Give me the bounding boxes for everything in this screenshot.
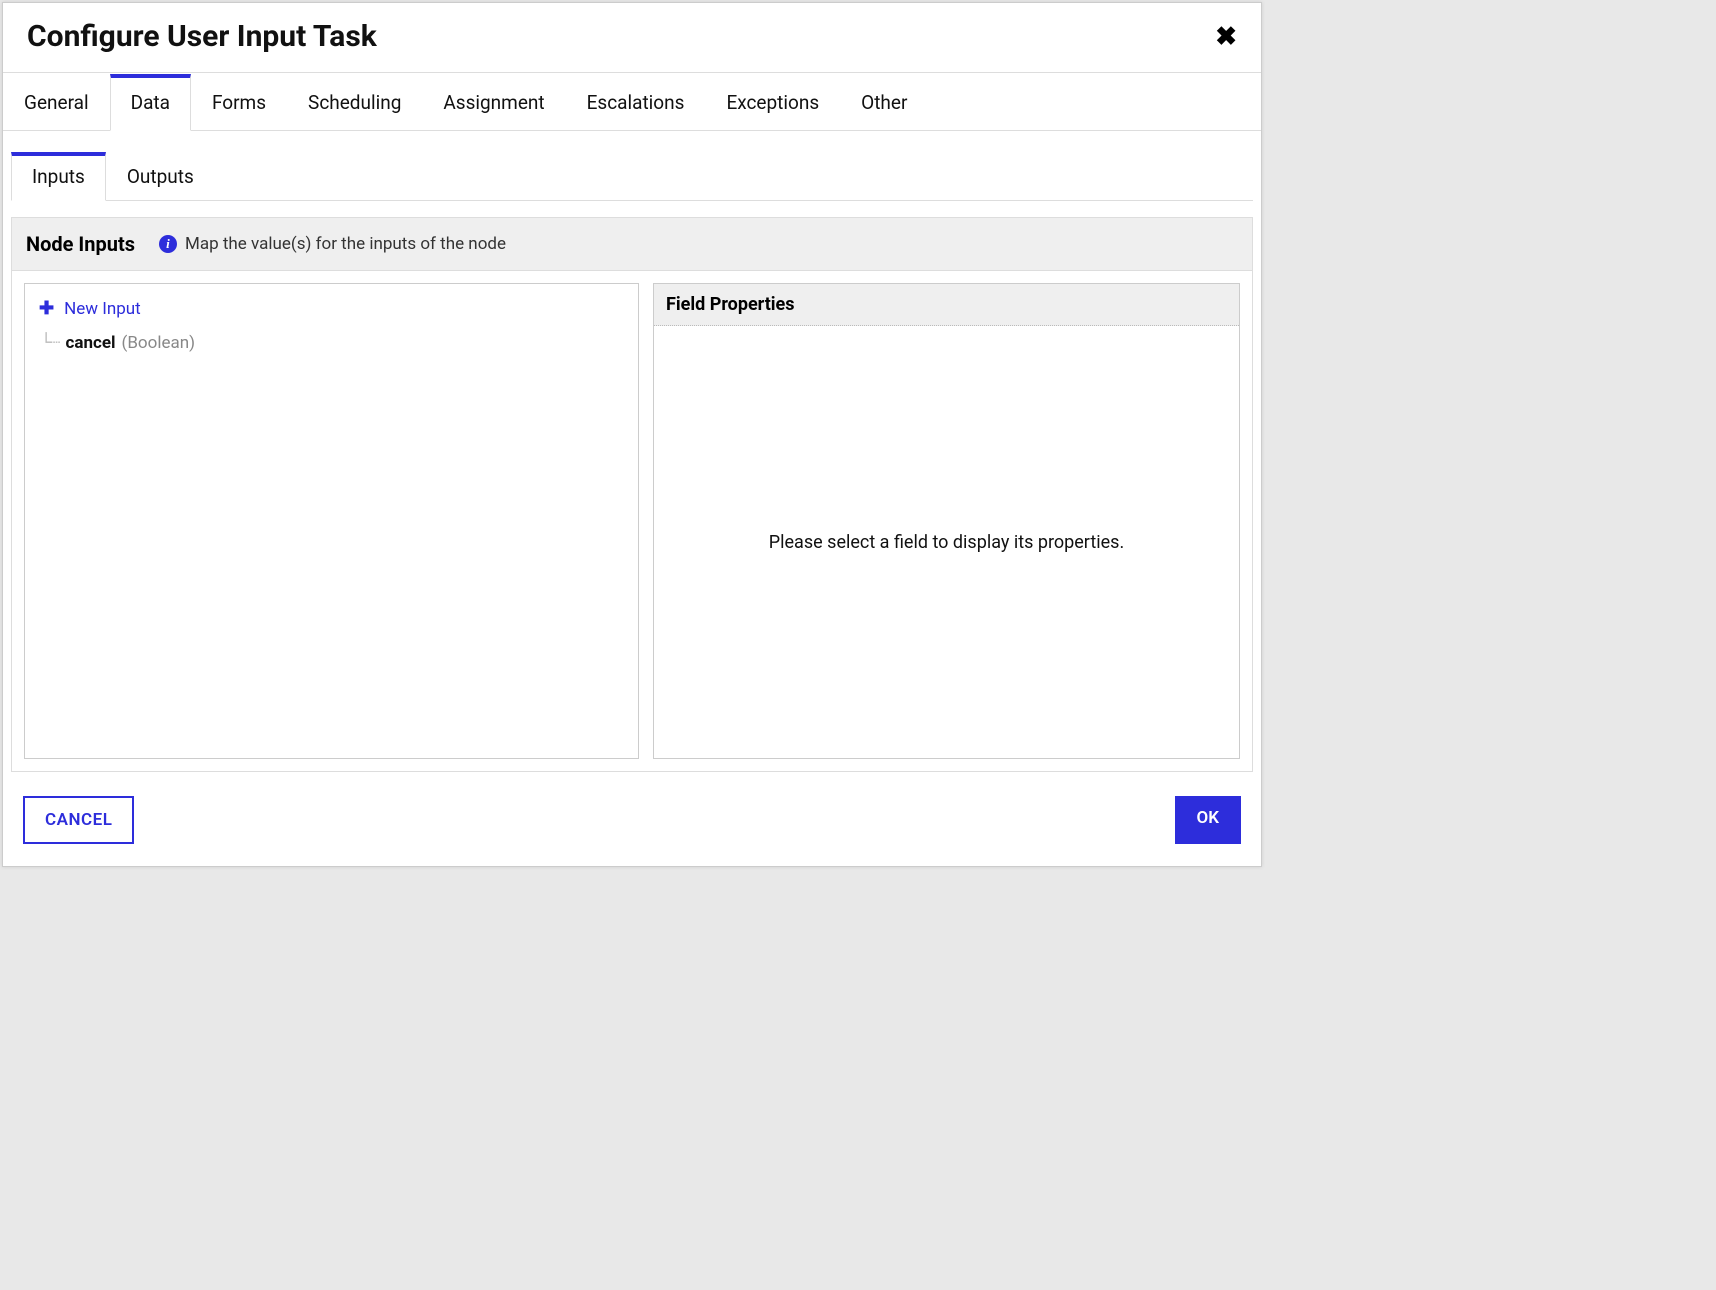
content-area: Node Inputs i Map the value(s) for the i…: [11, 217, 1253, 772]
tab-exceptions[interactable]: Exceptions: [705, 74, 840, 131]
tab-scheduling[interactable]: Scheduling: [287, 74, 422, 131]
info-icon: i: [159, 235, 177, 253]
tab-forms[interactable]: Forms: [191, 74, 287, 131]
plus-icon: ✚: [39, 298, 54, 319]
tree-item-name: cancel: [65, 333, 115, 353]
section-hint-text: Map the value(s) for the inputs of the n…: [185, 234, 506, 254]
dialog-footer: CANCEL OK: [3, 772, 1261, 866]
tab-escalations[interactable]: Escalations: [566, 74, 706, 131]
sub-tabs: Inputs Outputs: [11, 151, 1253, 201]
close-icon[interactable]: ✖: [1215, 24, 1237, 50]
inputs-tree-pane: ✚ New Input └┈ cancel (Boolean): [24, 283, 639, 759]
section-title: Node Inputs: [26, 232, 135, 256]
main-tabs: General Data Forms Scheduling Assignment…: [3, 73, 1261, 131]
field-properties-placeholder: Please select a field to display its pro…: [654, 326, 1239, 758]
field-properties-header: Field Properties: [654, 284, 1239, 326]
new-input-label: New Input: [64, 299, 141, 319]
field-properties-pane: Field Properties Please select a field t…: [653, 283, 1240, 759]
tree-connector-icon: └┈: [41, 333, 59, 353]
tab-data[interactable]: Data: [110, 74, 191, 131]
tab-general[interactable]: General: [3, 74, 110, 131]
tree-item-type: (Boolean): [122, 333, 196, 353]
dialog-header: Configure User Input Task ✖: [3, 3, 1261, 73]
section-header: Node Inputs i Map the value(s) for the i…: [12, 218, 1252, 271]
dialog-title: Configure User Input Task: [27, 19, 377, 54]
tab-assignment[interactable]: Assignment: [422, 74, 565, 131]
tab-other[interactable]: Other: [840, 74, 928, 131]
new-input-button[interactable]: ✚ New Input: [39, 298, 624, 319]
subtab-outputs[interactable]: Outputs: [106, 152, 215, 201]
cancel-button[interactable]: CANCEL: [23, 796, 134, 844]
configure-user-input-dialog: Configure User Input Task ✖ General Data…: [2, 2, 1262, 867]
two-pane-layout: ✚ New Input └┈ cancel (Boolean) Field Pr…: [12, 271, 1252, 771]
section-hint-row: i Map the value(s) for the inputs of the…: [159, 234, 506, 254]
tree-item-cancel[interactable]: └┈ cancel (Boolean): [41, 333, 624, 353]
subtab-inputs[interactable]: Inputs: [11, 152, 106, 201]
ok-button[interactable]: OK: [1175, 796, 1242, 844]
